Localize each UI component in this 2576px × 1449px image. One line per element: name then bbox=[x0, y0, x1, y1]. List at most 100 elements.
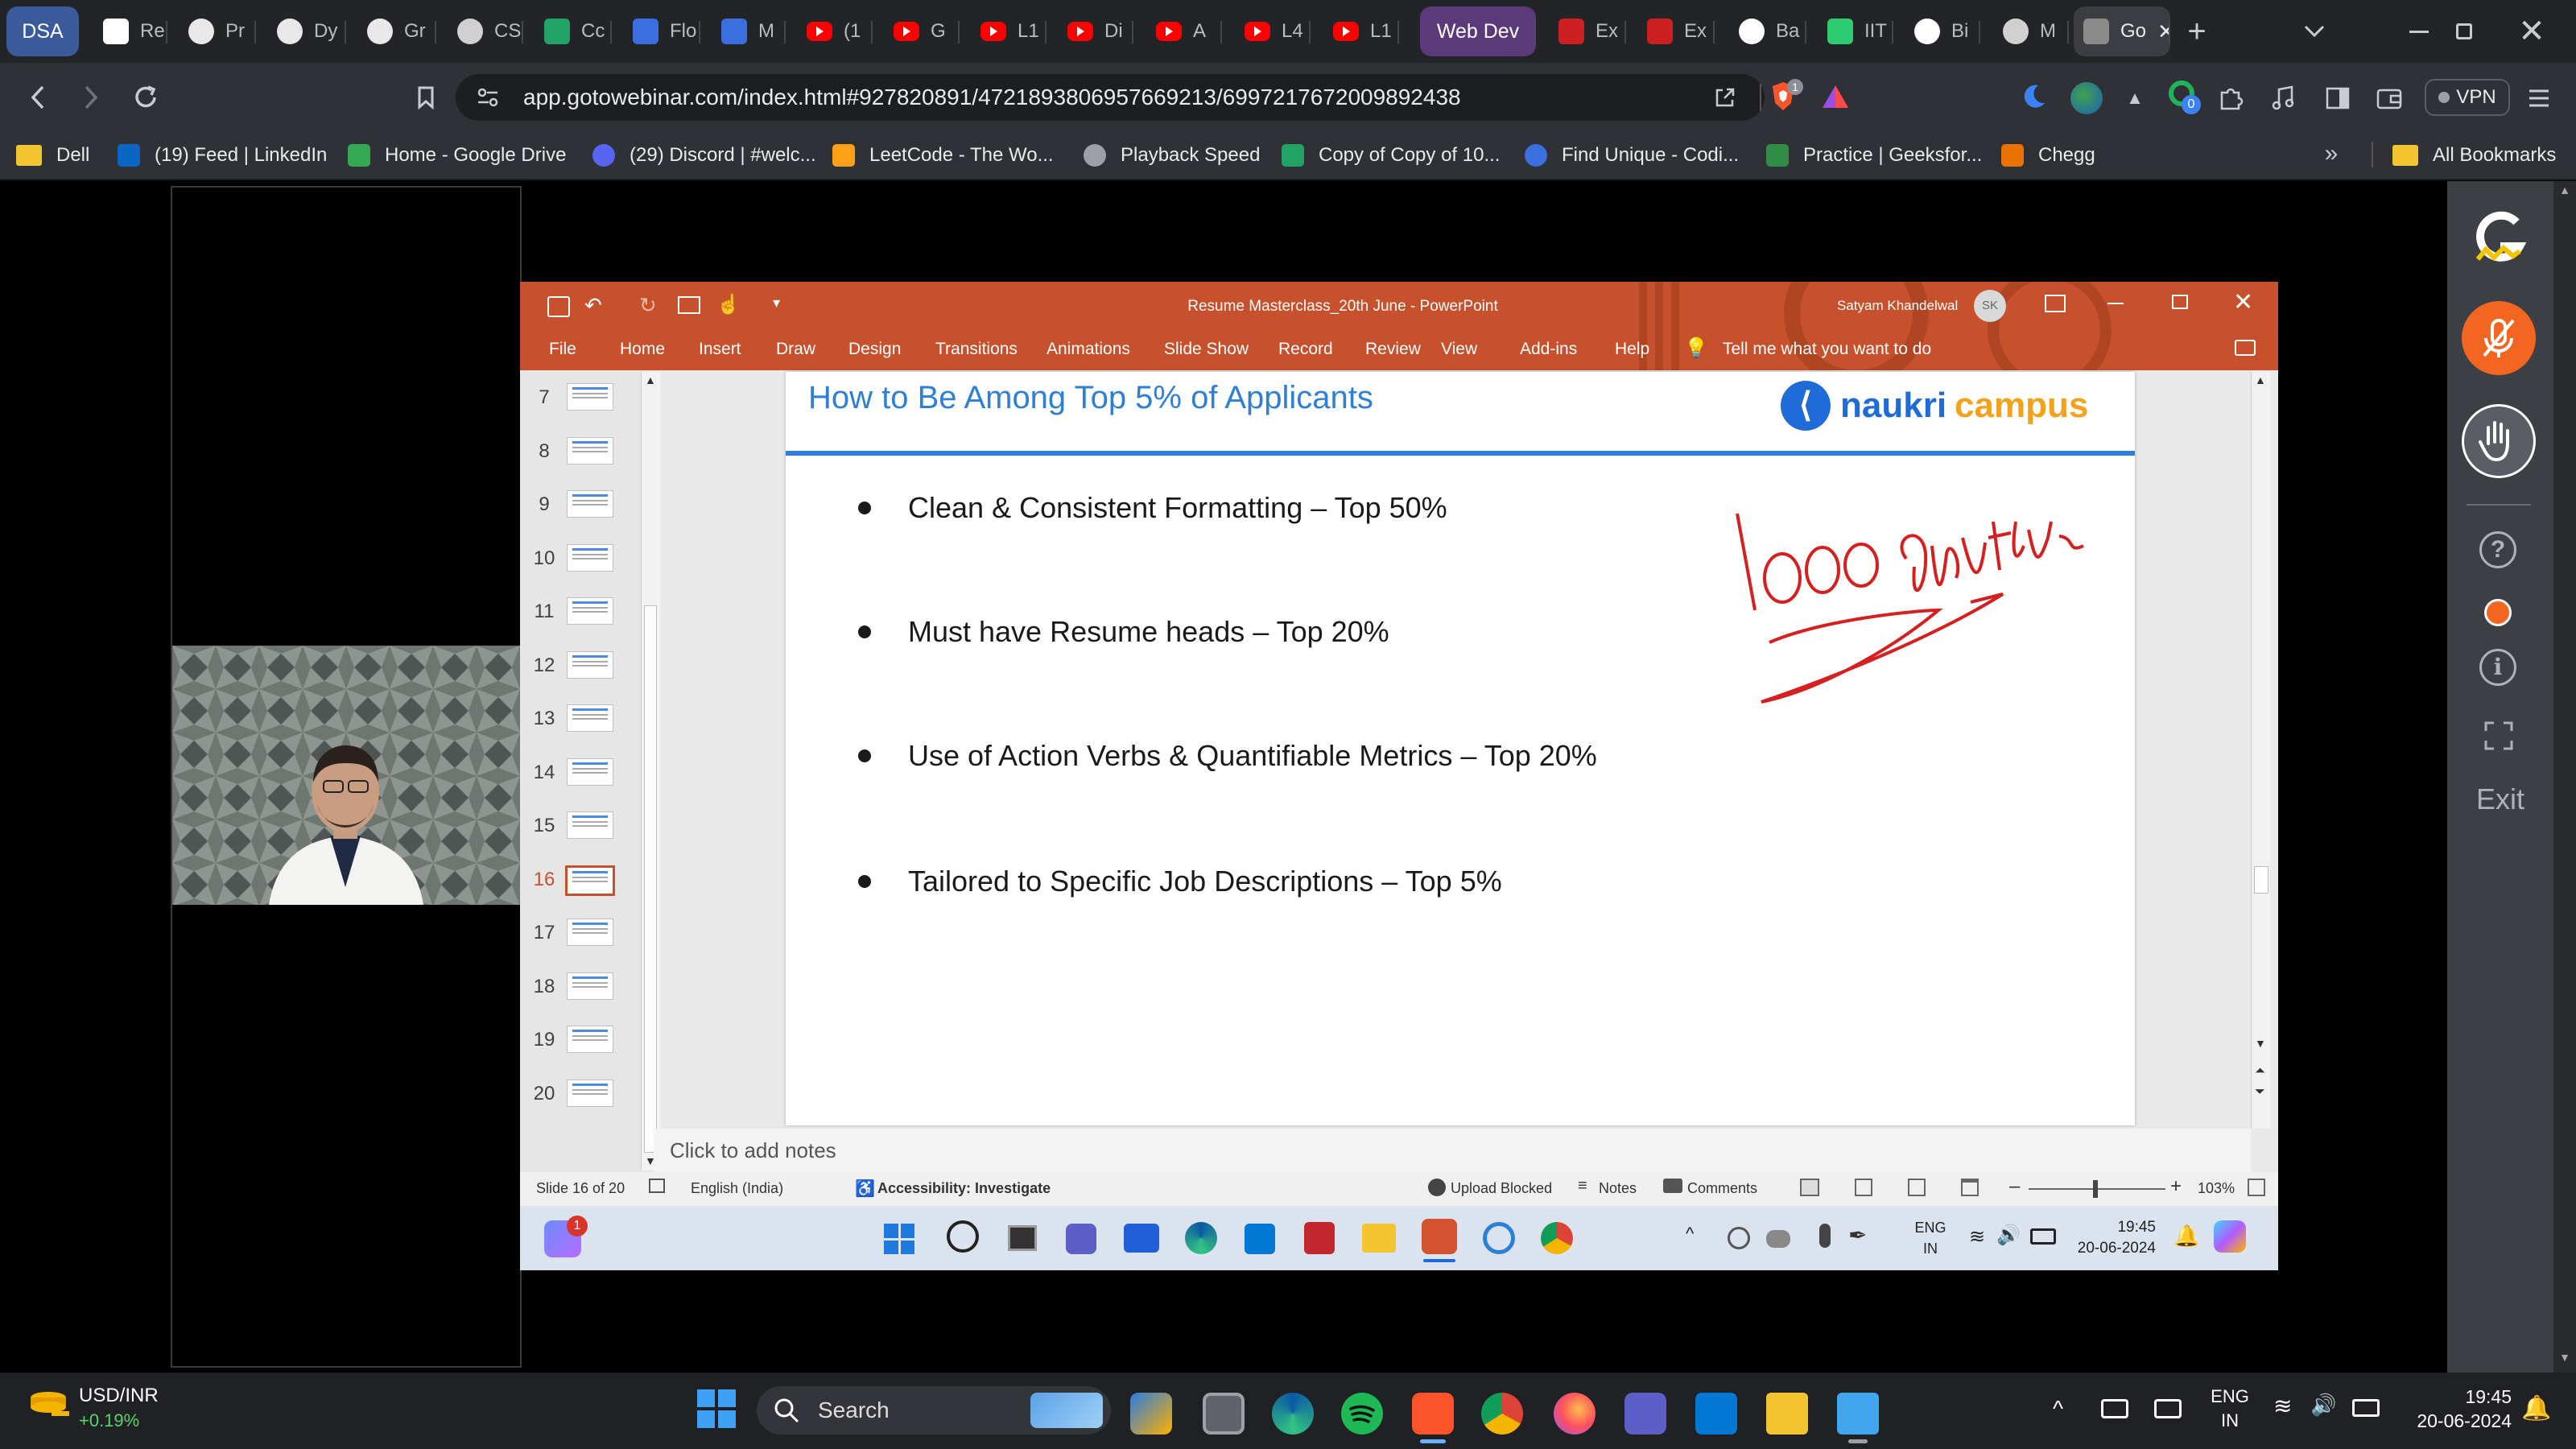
forward-arrow-icon[interactable] bbox=[71, 77, 111, 118]
firefox-taskbar-icon[interactable] bbox=[1554, 1393, 1596, 1435]
ribbon-tab-slide-show[interactable]: Slide Show bbox=[1164, 340, 1249, 359]
ribbon-tab-insert[interactable]: Insert bbox=[699, 340, 741, 359]
more-bookmarks-chevron-icon[interactable]: » bbox=[2315, 135, 2347, 172]
chrome-icon[interactable] bbox=[1541, 1222, 1573, 1254]
inner-clock[interactable]: 19:45 20-06-2024 bbox=[2067, 1217, 2156, 1259]
notes-pane[interactable]: Click to add notes bbox=[654, 1129, 2251, 1172]
normal-view-icon[interactable] bbox=[1800, 1179, 1819, 1196]
system-clock[interactable]: 19:45 20-06-2024 bbox=[2391, 1385, 2512, 1433]
cloud-icon[interactable] bbox=[1766, 1230, 1790, 1248]
battery-icon[interactable] bbox=[2030, 1228, 2056, 1245]
tab-group-16[interactable]: Web Dev bbox=[1420, 6, 1536, 56]
slide-thumbnail[interactable] bbox=[567, 543, 613, 572]
media-music-icon[interactable] bbox=[2265, 80, 2301, 116]
previous-slide-icon[interactable]: ⏶ bbox=[2255, 1064, 2265, 1079]
next-slide-icon[interactable]: ⏷ bbox=[2255, 1085, 2265, 1100]
help-question-icon[interactable]: ? bbox=[2479, 531, 2516, 568]
bookmark-item[interactable]: Find Unique - Codi... bbox=[1525, 137, 1739, 174]
brave-shield-icon[interactable]: 1 bbox=[1769, 79, 1803, 114]
bookmark-item[interactable]: Dell bbox=[16, 137, 89, 174]
thumb-scroll-thumb[interactable] bbox=[644, 605, 657, 1153]
language-indicator[interactable]: ENG IN bbox=[2206, 1385, 2254, 1433]
browser-tab-23[interactable]: Go ✕ bbox=[2074, 6, 2170, 56]
comments-ribbon-icon[interactable] bbox=[2235, 340, 2256, 356]
chrome-taskbar-icon[interactable] bbox=[1481, 1393, 1523, 1435]
vpn-button[interactable]: VPN bbox=[2425, 79, 2510, 116]
new-tab-button[interactable]: + bbox=[2177, 11, 2217, 52]
share-icon[interactable] bbox=[1707, 79, 1744, 116]
ribbon-tab-animations[interactable]: Animations bbox=[1046, 340, 1130, 359]
ribbon-tab-review[interactable]: Review bbox=[1365, 340, 1421, 359]
bookmark-item[interactable]: (29) Discord | #welc... bbox=[592, 137, 816, 174]
notepad-taskbar-icon[interactable] bbox=[1837, 1393, 1879, 1435]
brave-taskbar-icon[interactable] bbox=[1412, 1393, 1454, 1435]
inner-language-indicator[interactable]: ENG IN bbox=[1906, 1217, 1955, 1259]
battery-taskbar-icon[interactable] bbox=[2352, 1399, 2380, 1417]
vscode-taskbar-icon[interactable] bbox=[1695, 1393, 1737, 1435]
bookmark-item[interactable]: Practice | Geeksfor... bbox=[1766, 137, 1982, 174]
browser-tab-22[interactable]: M bbox=[1993, 6, 2069, 56]
notification-bell-icon[interactable]: 🔔 bbox=[2174, 1224, 2199, 1249]
minimize-window-icon[interactable] bbox=[2399, 13, 2439, 50]
slide-thumbnail[interactable] bbox=[567, 650, 613, 679]
bookmark-page-icon[interactable] bbox=[406, 77, 446, 118]
spotify-taskbar-icon[interactable] bbox=[1341, 1393, 1383, 1435]
start-windows-icon[interactable] bbox=[884, 1224, 914, 1254]
stocks-widget-icon[interactable] bbox=[27, 1389, 72, 1422]
notification-center-icon[interactable]: 🔔 bbox=[2521, 1394, 2551, 1422]
browser-tab-6[interactable]: Cc bbox=[535, 6, 612, 56]
browser-tab-1[interactable]: Re bbox=[93, 6, 167, 56]
file-explorer-icon[interactable] bbox=[1362, 1224, 1396, 1253]
edge-icon[interactable] bbox=[1185, 1222, 1217, 1254]
bookmark-item[interactable]: LeetCode - The Wo... bbox=[832, 137, 1054, 174]
ppt-restore-icon[interactable] bbox=[2172, 295, 2188, 309]
store-icon[interactable] bbox=[1245, 1224, 1275, 1254]
browser-tab-9[interactable]: (1 bbox=[797, 6, 873, 56]
zoom-slider-handle[interactable] bbox=[2093, 1180, 2098, 1198]
ribbon-display-options-icon[interactable] bbox=[2045, 295, 2066, 312]
teams-taskbar-icon[interactable] bbox=[1624, 1393, 1666, 1435]
slide-thumbnail[interactable] bbox=[567, 972, 613, 1000]
wifi-icon[interactable]: ≋ bbox=[1969, 1225, 1985, 1249]
wallet-icon[interactable] bbox=[2372, 80, 2407, 116]
browser-tab-2[interactable]: Pr bbox=[179, 6, 256, 56]
browser-tab-17[interactable]: Ex bbox=[1549, 6, 1626, 56]
slide-thumbnail[interactable] bbox=[567, 597, 613, 625]
mcafee-icon[interactable] bbox=[1304, 1222, 1335, 1254]
zoom-out-icon[interactable]: – bbox=[2009, 1175, 2020, 1198]
bookmark-item[interactable]: Copy of Copy of 10... bbox=[1282, 137, 1500, 174]
ribbon-tab-help[interactable]: Help bbox=[1615, 340, 1649, 359]
ribbon-tab-record[interactable]: Record bbox=[1278, 340, 1333, 359]
restore-window-icon[interactable] bbox=[2444, 13, 2484, 50]
browser-tab-13[interactable]: A bbox=[1146, 6, 1222, 56]
microphone-button[interactable] bbox=[2462, 301, 2536, 375]
volume-taskbar-icon[interactable]: 🔊 bbox=[2310, 1393, 2336, 1418]
snowflake-app-icon[interactable] bbox=[1483, 1222, 1515, 1254]
scroll-down-arrow-icon[interactable]: ▼ bbox=[2553, 1351, 2576, 1367]
browser-tab-15[interactable]: L1 bbox=[1323, 6, 1399, 56]
ppt-minimize-icon[interactable] bbox=[2107, 303, 2124, 304]
all-bookmarks-button[interactable]: All Bookmarks bbox=[2392, 137, 2556, 174]
bookmark-item[interactable]: Home - Google Drive bbox=[348, 137, 566, 174]
volume-icon[interactable]: 🔊 bbox=[1996, 1224, 2021, 1247]
menu-hamburger-icon[interactable] bbox=[2521, 80, 2557, 116]
browser-tab-4[interactable]: Gr bbox=[357, 6, 436, 56]
zoom-app-icon[interactable] bbox=[1124, 1224, 1159, 1253]
browser-tab-7[interactable]: Flo bbox=[623, 6, 700, 56]
brave-rewards-icon[interactable] bbox=[1821, 84, 1853, 113]
ribbon-tab-file[interactable]: File bbox=[549, 340, 576, 359]
copilot-icon[interactable] bbox=[2214, 1220, 2246, 1253]
slide-thumbnail[interactable] bbox=[567, 1026, 613, 1053]
fullscreen-icon[interactable] bbox=[2483, 720, 2515, 752]
browser-tab-20[interactable]: IIT bbox=[1818, 6, 1893, 56]
slideshow-view-icon[interactable] bbox=[1961, 1179, 1979, 1196]
start-button-icon[interactable] bbox=[697, 1389, 736, 1428]
thumbnail-scrollbar[interactable]: ▲ ▼ bbox=[641, 372, 660, 1170]
raise-hand-button[interactable] bbox=[2462, 404, 2536, 478]
slide-thumbnail[interactable] bbox=[567, 758, 613, 786]
keyboard-icon[interactable] bbox=[2101, 1399, 2128, 1418]
recording-status-icon[interactable] bbox=[2484, 599, 2512, 626]
slide-thumbnail[interactable] bbox=[567, 919, 613, 946]
copilot-taskbar-icon[interactable] bbox=[1130, 1393, 1172, 1435]
reading-view-icon[interactable] bbox=[1908, 1179, 1926, 1196]
